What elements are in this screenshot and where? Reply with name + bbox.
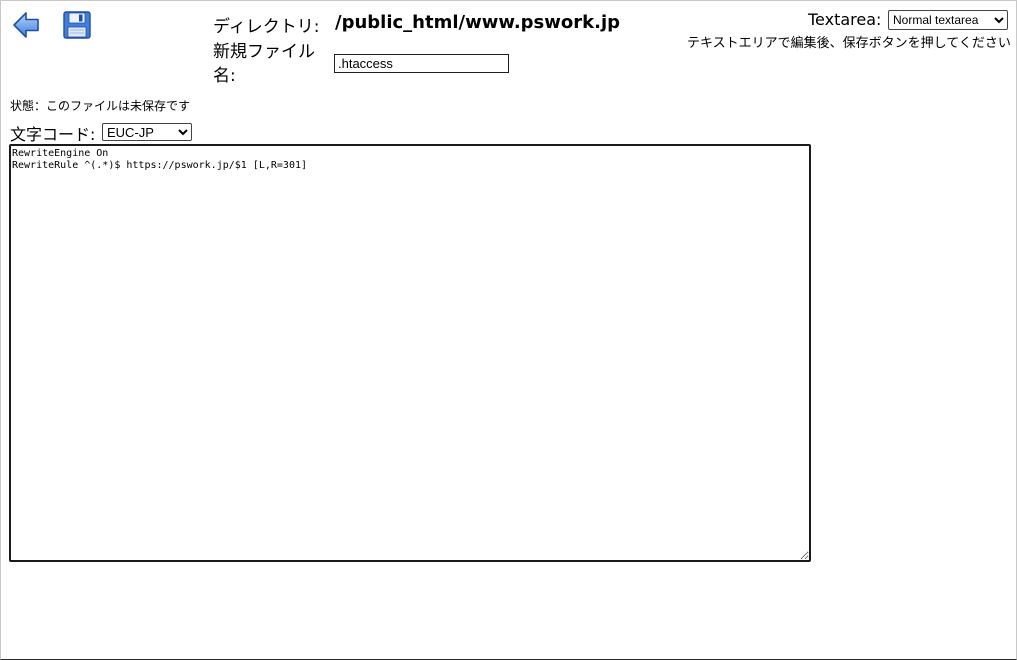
charset-select[interactable]: EUC-JP — [102, 123, 192, 141]
floppy-disk-icon — [63, 11, 91, 39]
save-button[interactable] — [62, 10, 92, 40]
directory-label: ディレクトリ: — [213, 17, 320, 37]
textarea-mode-select[interactable]: Normal textarea — [888, 10, 1008, 30]
status-text: 状態：このファイルは未保存です — [10, 99, 191, 113]
new-file-name-label: 新規ファイル名: — [213, 42, 315, 86]
back-button[interactable] — [11, 10, 41, 40]
edit-hint-text: テキストエリアで編集後、保存ボタンを押してください — [687, 36, 1011, 51]
back-arrow-icon — [13, 12, 39, 38]
directory-path: /public_html/www.pswork.jp — [335, 12, 620, 33]
textarea-mode-label: Textarea: — [808, 10, 882, 29]
charset-label: 文字コード: — [10, 125, 96, 144]
file-content-editor[interactable]: RewriteEngine On RewriteRule ^(.*)$ http… — [9, 144, 811, 562]
file-name-input[interactable] — [334, 54, 509, 73]
